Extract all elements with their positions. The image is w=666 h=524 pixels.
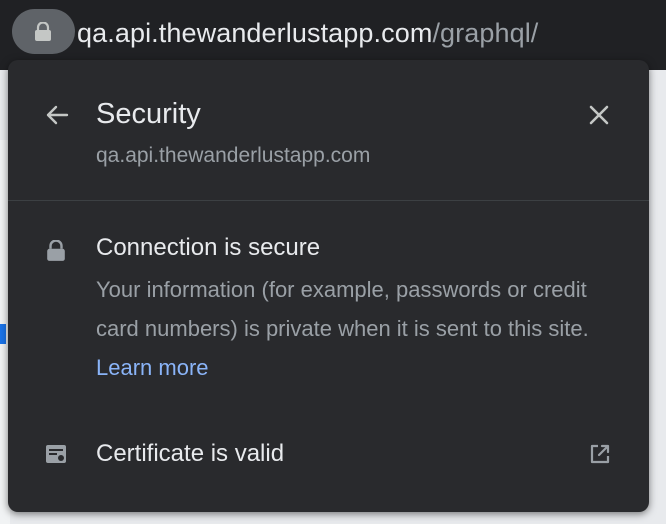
- learn-more-link[interactable]: Learn more: [96, 355, 209, 380]
- back-button[interactable]: [42, 100, 72, 130]
- site-info-button[interactable]: [12, 9, 75, 54]
- security-popup: Security qa.api.thewanderlustapp.com Con…: [8, 60, 649, 512]
- certificate-label: Certificate is valid: [96, 440, 285, 467]
- arrow-left-icon: [46, 105, 69, 125]
- popup-title: Security: [96, 98, 201, 130]
- connection-description: Your information (for example, passwords…: [96, 270, 626, 387]
- url-text[interactable]: qa.api.thewanderlustapp.com/graphql/: [77, 15, 538, 51]
- connection-title: Connection is secure: [96, 234, 321, 261]
- popup-subtitle: qa.api.thewanderlustapp.com: [96, 144, 371, 167]
- divider: [8, 200, 649, 201]
- certificate-icon: [44, 442, 68, 471]
- lock-icon: [35, 22, 51, 41]
- certificate-row[interactable]: Certificate is valid: [8, 420, 649, 490]
- close-icon: [589, 105, 609, 125]
- url-domain: qa.api.thewanderlustapp.com: [77, 18, 433, 48]
- page-accent-blue: [0, 324, 6, 344]
- url-path: /graphql/: [432, 18, 539, 48]
- connection-lock-icon: [46, 239, 66, 267]
- close-button[interactable]: [584, 100, 614, 130]
- open-in-new-icon: [588, 442, 612, 471]
- connection-description-text: Your information (for example, passwords…: [96, 277, 589, 341]
